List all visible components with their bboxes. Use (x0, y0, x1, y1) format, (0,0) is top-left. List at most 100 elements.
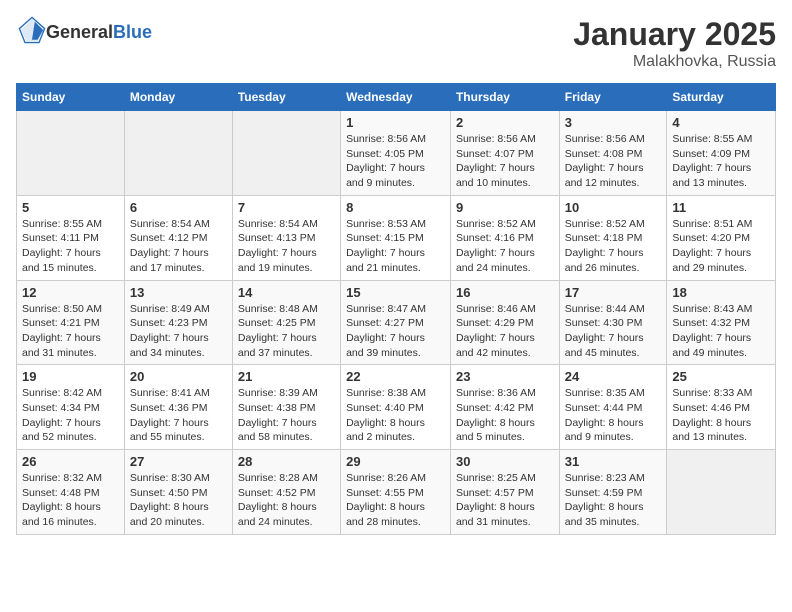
day-number: 17 (565, 285, 662, 300)
calendar-cell: 12 Sunrise: 8:50 AM Sunset: 4:21 PM Dayli… (17, 280, 125, 365)
day-number: 31 (565, 454, 662, 469)
calendar-cell: 1Sunrise: 8:56 AM Sunset: 4:05 PM Daylig… (341, 111, 451, 196)
calendar-cell: 14 Sunrise: 8:48 AM Sunset: 4:25 PM Dayli… (232, 280, 340, 365)
weekday-header-row: SundayMondayTuesdayWednesdayThursdayFrid… (17, 84, 776, 111)
weekday-header-saturday: Saturday (667, 84, 776, 111)
calendar-title: January 2025 (573, 16, 776, 53)
day-info: Sunrise: 8:53 AM Sunset: 4:15 PM Dayligh… (346, 217, 445, 276)
weekday-header-sunday: Sunday (17, 84, 125, 111)
day-info: Sunrise: 8:25 AM Sunset: 4:57 PM Dayligh… (456, 471, 554, 530)
day-info: Sunrise: 8:39 AM Sunset: 4:38 PM Dayligh… (238, 386, 335, 445)
calendar-cell: 6Sunrise: 8:54 AM Sunset: 4:12 PM Daylig… (124, 195, 232, 280)
weekday-header-monday: Monday (124, 84, 232, 111)
day-number: 9 (456, 200, 554, 215)
day-number: 30 (456, 454, 554, 469)
day-number: 2 (456, 115, 554, 130)
day-info: Sunrise: 8:54 AM Sunset: 4:13 PM Dayligh… (238, 217, 335, 276)
day-number: 22 (346, 369, 445, 384)
calendar-cell: 8 Sunrise: 8:53 AM Sunset: 4:15 PM Daylig… (341, 195, 451, 280)
day-number: 3 (565, 115, 662, 130)
day-number: 26 (22, 454, 119, 469)
day-number: 1 (346, 115, 445, 130)
day-info: Sunrise: 8:38 AM Sunset: 4:40 PM Dayligh… (346, 386, 445, 445)
day-info: Sunrise: 8:43 AM Sunset: 4:32 PM Dayligh… (672, 302, 770, 361)
day-number: 14 (238, 285, 335, 300)
day-info: Sunrise: 8:51 AM Sunset: 4:20 PM Dayligh… (672, 217, 770, 276)
calendar-cell: 18Sunrise: 8:43 AM Sunset: 4:32 PM Dayli… (667, 280, 776, 365)
day-number: 20 (130, 369, 227, 384)
day-info: Sunrise: 8:48 AM Sunset: 4:25 PM Dayligh… (238, 302, 335, 361)
calendar-cell: 3Sunrise: 8:56 AM Sunset: 4:08 PM Daylig… (559, 111, 667, 196)
calendar-cell: 31Sunrise: 8:23 AM Sunset: 4:59 PM Dayli… (559, 450, 667, 535)
week-row-2: 5Sunrise: 8:55 AM Sunset: 4:11 PM Daylig… (17, 195, 776, 280)
day-number: 4 (672, 115, 770, 130)
day-number: 13 (130, 285, 227, 300)
day-number: 12 (22, 285, 119, 300)
calendar-cell: 5Sunrise: 8:55 AM Sunset: 4:11 PM Daylig… (17, 195, 125, 280)
header: GeneralBlue January 2025 Malakhovka, Rus… (16, 16, 776, 71)
calendar-cell: 19Sunrise: 8:42 AM Sunset: 4:34 PM Dayli… (17, 365, 125, 450)
day-number: 25 (672, 369, 770, 384)
weekday-header-thursday: Thursday (450, 84, 559, 111)
day-number: 21 (238, 369, 335, 384)
calendar-cell: 10 Sunrise: 8:52 AM Sunset: 4:18 PM Dayli… (559, 195, 667, 280)
day-info: Sunrise: 8:41 AM Sunset: 4:36 PM Dayligh… (130, 386, 227, 445)
week-row-5: 26Sunrise: 8:32 AM Sunset: 4:48 PM Dayli… (17, 450, 776, 535)
calendar-cell: 27Sunrise: 8:30 AM Sunset: 4:50 PM Dayli… (124, 450, 232, 535)
day-number: 8 (346, 200, 445, 215)
day-info: Sunrise: 8:56 AM Sunset: 4:07 PM Dayligh… (456, 132, 554, 191)
day-number: 28 (238, 454, 335, 469)
logo: GeneralBlue (16, 16, 152, 49)
calendar-cell: 4 Sunrise: 8:55 AM Sunset: 4:09 PM Daylig… (667, 111, 776, 196)
calendar-cell: 16 Sunrise: 8:46 AM Sunset: 4:29 PM Dayli… (450, 280, 559, 365)
day-number: 10 (565, 200, 662, 215)
day-number: 16 (456, 285, 554, 300)
day-info: Sunrise: 8:52 AM Sunset: 4:16 PM Dayligh… (456, 217, 554, 276)
calendar-cell: 7 Sunrise: 8:54 AM Sunset: 4:13 PM Daylig… (232, 195, 340, 280)
calendar-cell (667, 450, 776, 535)
day-number: 23 (456, 369, 554, 384)
title-area: January 2025 Malakhovka, Russia (573, 16, 776, 71)
calendar-cell (17, 111, 125, 196)
calendar-cell: 11 Sunrise: 8:51 AM Sunset: 4:20 PM Dayli… (667, 195, 776, 280)
week-row-3: 12 Sunrise: 8:50 AM Sunset: 4:21 PM Dayli… (17, 280, 776, 365)
calendar-cell: 13 Sunrise: 8:49 AM Sunset: 4:23 PM Dayli… (124, 280, 232, 365)
calendar-cell: 24 Sunrise: 8:35 AM Sunset: 4:44 PM Dayli… (559, 365, 667, 450)
day-number: 7 (238, 200, 335, 215)
day-info: Sunrise: 8:44 AM Sunset: 4:30 PM Dayligh… (565, 302, 662, 361)
day-number: 19 (22, 369, 119, 384)
week-row-4: 19Sunrise: 8:42 AM Sunset: 4:34 PM Dayli… (17, 365, 776, 450)
day-info: Sunrise: 8:30 AM Sunset: 4:50 PM Dayligh… (130, 471, 227, 530)
day-info: Sunrise: 8:55 AM Sunset: 4:09 PM Dayligh… (672, 132, 770, 191)
day-info: Sunrise: 8:46 AM Sunset: 4:29 PM Dayligh… (456, 302, 554, 361)
calendar-cell: 2 Sunrise: 8:56 AM Sunset: 4:07 PM Daylig… (450, 111, 559, 196)
day-number: 11 (672, 200, 770, 215)
calendar-cell: 23 Sunrise: 8:36 AM Sunset: 4:42 PM Dayli… (450, 365, 559, 450)
calendar-cell: 28Sunrise: 8:28 AM Sunset: 4:52 PM Dayli… (232, 450, 340, 535)
calendar-cell: 17 Sunrise: 8:44 AM Sunset: 4:30 PM Dayli… (559, 280, 667, 365)
logo-blue-text: Blue (113, 22, 152, 42)
day-info: Sunrise: 8:35 AM Sunset: 4:44 PM Dayligh… (565, 386, 662, 445)
day-number: 29 (346, 454, 445, 469)
day-number: 24 (565, 369, 662, 384)
calendar-table: SundayMondayTuesdayWednesdayThursdayFrid… (16, 83, 776, 535)
calendar-cell: 30 Sunrise: 8:25 AM Sunset: 4:57 PM Dayli… (450, 450, 559, 535)
weekday-header-wednesday: Wednesday (341, 84, 451, 111)
calendar-cell: 29Sunrise: 8:26 AM Sunset: 4:55 PM Dayli… (341, 450, 451, 535)
calendar-cell: 21 Sunrise: 8:39 AM Sunset: 4:38 PM Dayli… (232, 365, 340, 450)
calendar-cell: 26Sunrise: 8:32 AM Sunset: 4:48 PM Dayli… (17, 450, 125, 535)
weekday-header-friday: Friday (559, 84, 667, 111)
day-info: Sunrise: 8:49 AM Sunset: 4:23 PM Dayligh… (130, 302, 227, 361)
day-info: Sunrise: 8:52 AM Sunset: 4:18 PM Dayligh… (565, 217, 662, 276)
calendar-cell (124, 111, 232, 196)
calendar-cell: 25Sunrise: 8:33 AM Sunset: 4:46 PM Dayli… (667, 365, 776, 450)
weekday-header-tuesday: Tuesday (232, 84, 340, 111)
week-row-1: 1Sunrise: 8:56 AM Sunset: 4:05 PM Daylig… (17, 111, 776, 196)
calendar-cell: 15Sunrise: 8:47 AM Sunset: 4:27 PM Dayli… (341, 280, 451, 365)
calendar-cell: 9 Sunrise: 8:52 AM Sunset: 4:16 PM Daylig… (450, 195, 559, 280)
day-info: Sunrise: 8:55 AM Sunset: 4:11 PM Dayligh… (22, 217, 119, 276)
logo-icon (18, 16, 46, 44)
day-info: Sunrise: 8:36 AM Sunset: 4:42 PM Dayligh… (456, 386, 554, 445)
day-info: Sunrise: 8:50 AM Sunset: 4:21 PM Dayligh… (22, 302, 119, 361)
day-number: 15 (346, 285, 445, 300)
